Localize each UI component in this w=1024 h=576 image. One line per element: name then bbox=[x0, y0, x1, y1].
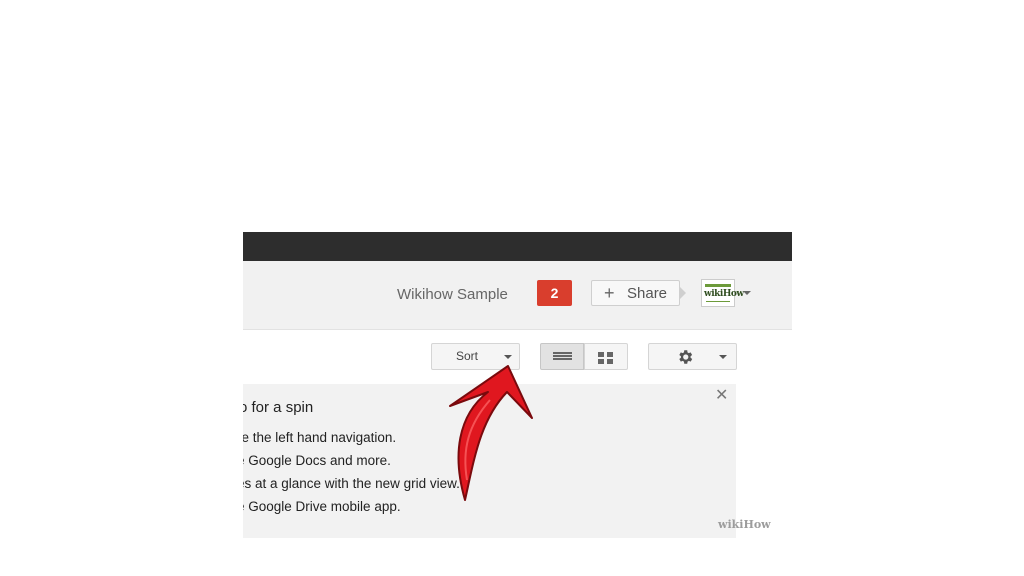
share-button[interactable]: + Share bbox=[591, 280, 680, 306]
wikihow-watermark: wikiHow bbox=[718, 518, 771, 531]
promo-line: es at a glance with the new grid view. bbox=[243, 476, 460, 491]
list-view-icon bbox=[553, 352, 572, 362]
promo-title: o for a spin bbox=[243, 399, 314, 416]
notification-badge[interactable]: 2 bbox=[537, 280, 572, 306]
promo-line: e Google Docs and more. bbox=[243, 453, 391, 468]
gear-icon bbox=[679, 350, 693, 364]
grid-view-button[interactable] bbox=[584, 343, 628, 370]
plus-icon: + bbox=[604, 283, 615, 303]
avatar-leaf bbox=[705, 284, 731, 287]
settings-button[interactable] bbox=[648, 343, 737, 370]
chevron-down-icon[interactable] bbox=[743, 291, 751, 295]
red-arrow-icon bbox=[449, 365, 533, 501]
list-view-button[interactable] bbox=[540, 343, 584, 370]
promo-line: e Google Drive mobile app. bbox=[243, 499, 401, 514]
promo-line: re the left hand navigation. bbox=[243, 430, 397, 445]
close-icon[interactable]: ✕ bbox=[715, 387, 728, 403]
top-black-bar bbox=[243, 232, 792, 261]
avatar[interactable]: wikiHow bbox=[701, 279, 744, 307]
account-header: Wikihow Sample 2 + Share wikiHow bbox=[243, 261, 792, 330]
avatar-underline bbox=[706, 301, 730, 302]
share-tail bbox=[680, 287, 686, 299]
share-label: Share bbox=[627, 285, 668, 302]
user-name[interactable]: Wikihow Sample bbox=[397, 286, 508, 303]
avatar-logo-text: wikiHow bbox=[704, 289, 744, 299]
chevron-down-icon bbox=[719, 355, 727, 359]
chevron-down-icon bbox=[504, 355, 512, 359]
